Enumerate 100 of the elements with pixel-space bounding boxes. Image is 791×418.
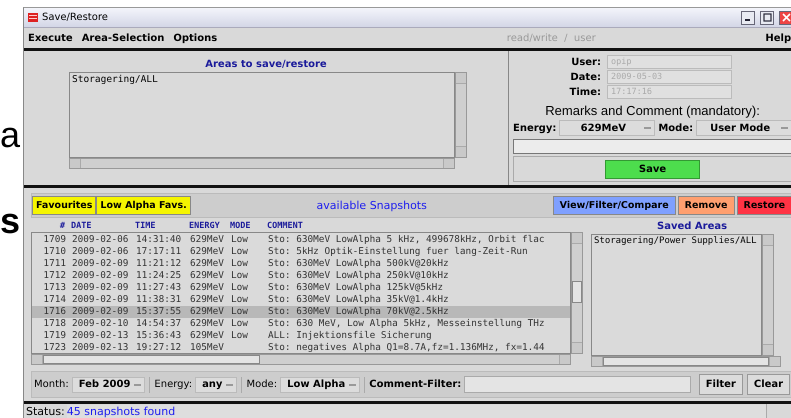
column-header[interactable]: MODE bbox=[230, 220, 267, 230]
table-cell-text: 2009-02-09 bbox=[72, 282, 130, 294]
table-row[interactable]: 1719 2009-02-13 15:36:43 629MeV Low ALL: Injektionsfile Sicherung bbox=[32, 330, 570, 342]
table-row[interactable]: 1723 2009-02-13 19:27:12 105MeV Sto: negatives Alpha Q1=8.7A,fz=1.136MHz, fx=1.44 bbox=[32, 342, 570, 353]
action-button[interactable]: View/Filter/Compare bbox=[552, 196, 676, 215]
save-button[interactable]: Save bbox=[605, 160, 700, 178]
remarks-heading: Remarks and Comment (mandatory): bbox=[544, 102, 761, 120]
table-cell-text: 11:27:43 bbox=[136, 282, 182, 294]
table-cell-text: 1719 bbox=[42, 330, 67, 342]
column-header[interactable]: COMMENT bbox=[267, 220, 583, 230]
dropdown-caret-icon bbox=[781, 127, 788, 129]
table-row[interactable]: 1710 2009-02-06 17:17:11 629MeV Low Sto: 5kHz Optik-Einstellung fuer lang-Zeit-Run bbox=[32, 246, 570, 258]
dropdown-caret-icon bbox=[226, 384, 234, 386]
column-header[interactable]: DATE bbox=[71, 220, 135, 230]
maximize-button[interactable] bbox=[760, 10, 774, 24]
table-cell-text: Low bbox=[231, 282, 249, 294]
dropdown-caret-icon bbox=[644, 127, 652, 129]
favourites-button[interactable]: Low Alpha Favs. bbox=[96, 196, 191, 215]
dropdown[interactable]: Feb 2009 bbox=[72, 376, 146, 392]
list-item[interactable]: Storagering/ALL bbox=[72, 74, 452, 85]
horizontal-scrollbar[interactable] bbox=[69, 158, 455, 169]
table-cell-text: 629MeV bbox=[190, 258, 225, 270]
background-text: s bbox=[0, 201, 20, 241]
status-text: 45 snapshots found bbox=[66, 404, 766, 418]
maximize-icon bbox=[762, 13, 772, 22]
action-button[interactable]: Remove bbox=[678, 196, 734, 215]
menu-item[interactable]: Help bbox=[765, 32, 791, 44]
column-header[interactable]: ENERGY bbox=[189, 220, 230, 230]
table-cell-text: 1712 bbox=[42, 270, 67, 282]
close-icon bbox=[782, 13, 791, 22]
close-button[interactable] bbox=[779, 10, 791, 24]
field-label: Comment-Filter: bbox=[369, 379, 462, 390]
table-row[interactable]: 1709 2009-02-06 14:31:40 629MeV Low Sto: 630MeV LowAlpha 5 kHz, 499678kHz, Orbit flac bbox=[32, 234, 570, 246]
menu-item[interactable]: Options bbox=[173, 32, 218, 44]
list-item[interactable]: Storagering/Power Supplies/ALL bbox=[594, 236, 759, 246]
table-cell-text: Sto: 630MeV LowAlpha 250kV@10kHz bbox=[268, 270, 450, 282]
table-cell-text: Low bbox=[231, 318, 249, 330]
vertical-scrollbar[interactable] bbox=[571, 232, 583, 354]
dropdown[interactable]: 629MeV bbox=[559, 120, 656, 136]
table-cell-text: 2009-02-09 bbox=[72, 294, 130, 306]
action-button[interactable]: Restore bbox=[736, 196, 791, 215]
horizontal-scrollbar[interactable] bbox=[591, 356, 782, 367]
table-cell-text: 1723 bbox=[42, 342, 67, 353]
table-cell-text: Sto: 630MeV LowAlpha 70kV@2.5kHz bbox=[268, 306, 450, 318]
table-cell-text: 629MeV bbox=[190, 270, 225, 282]
table-cell-text: Sto: 630MeV LowAlpha 500kV@20kHz bbox=[268, 258, 450, 270]
filter-button[interactable]: Filter bbox=[698, 374, 743, 395]
vertical-scrollbar[interactable] bbox=[762, 234, 774, 356]
access-mode-label: read/write / user bbox=[506, 32, 597, 44]
field-label: Date: bbox=[569, 72, 601, 82]
window-title: Save/Restore bbox=[42, 12, 108, 23]
table-cell-text: Sto: 630MeV LowAlpha 35kV@1.4kHz bbox=[268, 294, 450, 306]
table-cell-text: Sto: negatives Alpha Q1=8.7A,fz=1.136MHz, fx=1.44 bbox=[268, 342, 546, 353]
menu-item[interactable]: Area-Selection bbox=[82, 32, 164, 44]
table-row[interactable]: 1714 2009-02-09 11:38:31 629MeV Low Sto: 630MeV LowAlpha 35kV@1.4kHz bbox=[32, 294, 570, 306]
table-cell-text: 629MeV bbox=[190, 246, 225, 258]
status-label: Status: bbox=[25, 404, 66, 418]
vertical-scrollbar[interactable] bbox=[455, 72, 467, 158]
column-header[interactable]: # bbox=[31, 220, 71, 230]
snapshot-list[interactable] bbox=[31, 232, 571, 354]
favourites-button[interactable]: Favourites bbox=[32, 196, 96, 215]
table-row[interactable]: 1711 2009-02-09 11:21:12 629MeV Low Sto: 630MeV LowAlpha 500kV@20kHz bbox=[32, 258, 570, 270]
table-row[interactable]: 1718 2009-02-10 14:54:37 629MeV Low Sto: 630 MeV, Low Alpha 5kHz, Messeinstellung THz bbox=[32, 318, 570, 330]
table-cell-text: Sto: 5kHz Optik-Einstellung fuer lang-Zeit-Run bbox=[268, 246, 529, 258]
background-text: a bbox=[0, 115, 20, 155]
table-cell-text: 1716 bbox=[42, 306, 67, 318]
filter-button[interactable]: Clear bbox=[746, 374, 790, 395]
table-cell-text: Low bbox=[231, 234, 249, 246]
field-label: Energy: bbox=[154, 379, 192, 390]
table-row[interactable]: 1716 2009-02-09 15:37:55 629MeV Low Sto: 630MeV LowAlpha 70kV@2.5kHz bbox=[32, 306, 570, 318]
table-cell-text: 15:37:55 bbox=[136, 306, 182, 318]
table-cell-text: 2009-02-10 bbox=[72, 318, 130, 330]
table-cell-text: 105MeV bbox=[190, 342, 225, 353]
table-cell-text: Sto: 630MeV LowAlpha 125kV@5kHz bbox=[268, 282, 444, 294]
comment-field[interactable] bbox=[513, 139, 791, 154]
table-cell-text: 1718 bbox=[42, 318, 67, 330]
table-cell-text: 15:36:43 bbox=[136, 330, 182, 342]
comment-filter-field[interactable] bbox=[464, 376, 691, 393]
table-row[interactable]: 1713 2009-02-09 11:27:43 629MeV Low Sto: 630MeV LowAlpha 125kV@5kHz bbox=[32, 282, 570, 294]
field-label: Mode: bbox=[246, 379, 278, 390]
dropdown[interactable]: Low Alpha bbox=[280, 376, 360, 392]
list-box[interactable]: Storagering/ALL bbox=[69, 72, 455, 158]
table-cell-text: 2009-02-13 bbox=[72, 330, 130, 342]
dropdown[interactable]: User Mode bbox=[696, 120, 791, 136]
table-cell-text: Low bbox=[231, 294, 249, 306]
minimize-button[interactable] bbox=[741, 10, 756, 24]
section-title: available Snapshots bbox=[316, 199, 428, 212]
dropdown[interactable]: any bbox=[195, 376, 238, 392]
field-label: Month: bbox=[34, 379, 69, 390]
menu-item[interactable]: Execute bbox=[28, 32, 73, 44]
list-box[interactable]: Storagering/Power Supplies/ALL bbox=[591, 234, 762, 356]
column-header[interactable]: TIME bbox=[135, 220, 189, 230]
table-cell-text: 2009-02-06 bbox=[72, 246, 130, 258]
table-cell-text: 1709 bbox=[42, 234, 67, 246]
table-row[interactable]: 1712 2009-02-09 11:24:25 629MeV Low Sto: 630MeV LowAlpha 250kV@10kHz bbox=[32, 270, 570, 282]
horizontal-scrollbar[interactable] bbox=[31, 354, 571, 365]
dropdown-caret-icon bbox=[349, 384, 356, 386]
table-cell-text: 2009-02-09 bbox=[72, 258, 130, 270]
table-cell-text: 629MeV bbox=[190, 318, 225, 330]
table-cell-text: Low bbox=[231, 306, 249, 318]
